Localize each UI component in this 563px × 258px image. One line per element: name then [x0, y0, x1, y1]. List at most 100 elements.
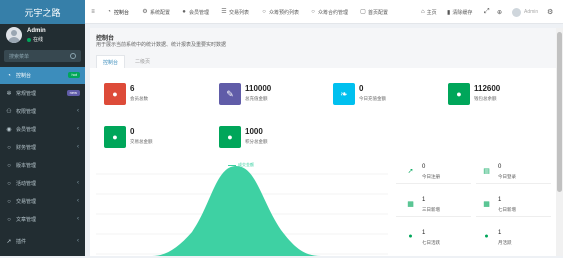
sidebar-search-placeholder: 搜索菜单 — [9, 53, 30, 60]
sidebar-search-input[interactable]: 搜索菜单 — [4, 50, 81, 62]
tab-trade-list[interactable]: ☰ 交易列表 — [221, 0, 249, 24]
sidebar-item-plugins[interactable]: ➚ 插件 ‹ — [0, 233, 85, 250]
hot-badge: hot — [68, 72, 80, 78]
mini-stat-label: 今日登录 — [498, 174, 516, 179]
gear-icon: ⚙ — [142, 9, 148, 15]
sidebar-item-permission[interactable]: ⚇ 权限管理 ‹ — [0, 103, 85, 120]
sidebar-item-label: 交易管理 — [16, 199, 37, 205]
dashboard-icon: ◔ — [107, 9, 111, 15]
stat-label: 今日充值金额 — [359, 96, 386, 101]
user-icon: ● — [104, 126, 126, 148]
stat-label: 交易总金额 — [130, 139, 153, 144]
clear-cache-button[interactable]: ▮ 清除缓存 — [447, 0, 472, 24]
chevron-left-icon: ‹ — [77, 144, 79, 150]
user-icon: ● — [484, 233, 489, 240]
mini-stat-value: 1 — [422, 230, 426, 236]
dashboard-icon: ◔ — [7, 72, 11, 79]
tab-label: 控制台 — [114, 9, 130, 16]
user-circle-icon: ◉ — [6, 126, 12, 133]
stat-card-today-recharge: ❧ — [333, 83, 355, 105]
sidebar-item-dashboard[interactable]: ◔ 控制台 hot — [0, 67, 85, 84]
sidebar-item-label: 控制台 — [16, 73, 32, 79]
tab-label: 会员管理 — [189, 9, 210, 16]
chart-legend[interactable]: 成交金额 — [228, 162, 254, 168]
mini-stat-value: 0 — [422, 164, 426, 170]
sidebar-item-label: 权限管理 — [16, 109, 37, 115]
leaf-icon: ❧ — [333, 83, 355, 105]
language-button[interactable]: ⊕ — [497, 0, 502, 24]
circle-icon: ○ — [7, 180, 11, 187]
mini-stat-label: 七日活跃 — [422, 240, 440, 245]
stat-card-trade: ● — [104, 126, 126, 148]
sidebar-toggle-button[interactable]: ≡ — [90, 0, 98, 24]
tab-home-config[interactable]: ▢ 首页配置 — [360, 0, 388, 24]
avatar — [6, 27, 22, 43]
sidebar-item-members[interactable]: ◉ 会员管理 ‹ — [0, 121, 85, 138]
tab-crowdfund-contracts[interactable]: ○ 众筹合约管理 — [310, 0, 348, 24]
globe-icon: ⊕ — [497, 9, 503, 16]
sidebar-item-version[interactable]: ○ 版本管理 — [0, 157, 85, 174]
brand-logo[interactable]: 元宇之路 — [0, 0, 85, 24]
tab-label: 众筹合约管理 — [318, 9, 349, 16]
user-icon: ● — [408, 233, 413, 240]
tab-label: 交易列表 — [229, 9, 250, 16]
home-link[interactable]: ⌂ 主页 — [421, 0, 437, 24]
mini-stat-value: 1 — [498, 197, 502, 203]
home-icon: ⌂ — [421, 9, 425, 15]
chart-area-series — [152, 166, 321, 256]
chart-panel: 成交金额 — [96, 160, 388, 256]
sidebar-item-finance[interactable]: ○ 财务管理 ‹ — [0, 139, 85, 156]
clear-cache-label: 清除缓存 — [452, 9, 473, 16]
chevron-left-icon: ‹ — [77, 126, 79, 132]
legend-label: 成交金额 — [238, 162, 254, 167]
sidebar-item-label: 财务管理 — [16, 145, 37, 151]
header-user-name: Admin — [524, 9, 539, 15]
fullscreen-button[interactable]: ⤢ — [484, 0, 490, 24]
sidebar-item-label: 版本管理 — [16, 163, 37, 169]
chevron-left-icon: ‹ — [77, 180, 79, 186]
sidebar-item-label: 常规管理 — [16, 91, 37, 97]
mini-stat-item: ▦ 1 七日新增 — [476, 193, 551, 217]
sidebar-item-articles[interactable]: ○ 文章管理 ‹ — [0, 211, 85, 228]
tab-label: 众筹预约列表 — [269, 9, 300, 16]
stat-value: 6 — [130, 84, 135, 93]
expand-icon: ⤢ — [484, 8, 490, 15]
cogs-icon: ✲ — [6, 90, 12, 97]
mini-stats-panel: ➚ 0 今日注册 ▤ 0 今日登录 ▦ 1 三日新增 ▦ 1 七日新增 ● 1 … — [396, 160, 556, 256]
circle-icon: ○ — [7, 144, 11, 151]
sidebar-item-activity[interactable]: ○ 活动管理 ‹ — [0, 175, 85, 192]
user-menu[interactable]: Admin — [512, 0, 538, 24]
stat-value: 0 — [130, 127, 135, 136]
user-icon: ● — [104, 83, 126, 105]
legend-marker — [228, 164, 236, 166]
scrollbar-thumb[interactable] — [557, 32, 562, 192]
tab-members[interactable]: ● 会员管理 — [181, 0, 209, 24]
stat-value: 0 — [359, 84, 364, 93]
tab-label: 系统配置 — [150, 9, 171, 16]
mini-stat-item: ▤ 0 今日登录 — [476, 160, 551, 184]
mini-stat-label: 月活跃 — [498, 240, 512, 245]
stat-value: 112600 — [474, 84, 501, 93]
magic-icon: ✎ — [219, 83, 241, 105]
rocket-icon: ➚ — [407, 167, 414, 175]
sidebar-item-general[interactable]: ✲ 常规管理 new — [0, 85, 85, 102]
user-panel: Admin 在线 — [0, 24, 85, 48]
stat-label: 会员总数 — [130, 96, 148, 101]
mini-stat-label: 三日新增 — [422, 207, 440, 212]
tab-system-config[interactable]: ⚙ 系统配置 — [142, 0, 170, 24]
stat-value: 110000 — [245, 84, 272, 93]
sidebar-item-trade[interactable]: ○ 交易管理 ‹ — [0, 193, 85, 210]
stat-label: 积分总金额 — [245, 139, 268, 144]
settings-button[interactable]: ⚙ — [547, 0, 553, 24]
id-card-icon: ▤ — [483, 167, 490, 175]
tab-dashboard-panel[interactable]: 控制台 — [96, 55, 125, 68]
tab-secondary-panel[interactable]: 二级页 — [128, 55, 157, 68]
scrollbar[interactable] — [556, 28, 563, 256]
tab-crowdfund-reservations[interactable]: ○ 众筹预约列表 — [261, 0, 299, 24]
sidebar-item-label: 会员管理 — [16, 127, 37, 133]
stat-label: 钱包总余额 — [474, 96, 497, 101]
tab-dashboard[interactable]: ◔ 控制台 — [106, 0, 129, 24]
trash-icon: ▮ — [447, 9, 451, 16]
chevron-left-icon: ‹ — [77, 238, 79, 244]
search-icon[interactable] — [70, 53, 76, 59]
